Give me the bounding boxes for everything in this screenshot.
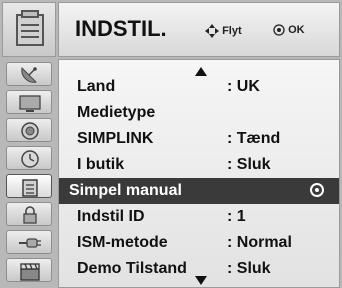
sidebar-item-media[interactable] xyxy=(6,258,52,282)
menu-item-label: Demo Tilstand xyxy=(77,260,187,277)
tv-screen-icon xyxy=(19,95,41,112)
menu-item-indstil-id[interactable]: Indstil ID : 1 xyxy=(59,204,339,230)
category-sidebar xyxy=(2,59,56,288)
ok-hint: OK xyxy=(273,24,305,36)
ok-button-icon xyxy=(273,24,285,36)
menu-item-value: : 1 xyxy=(227,208,246,225)
menu-item-land[interactable]: Land : UK xyxy=(59,74,339,100)
menu-item-value: : Normal xyxy=(227,234,292,251)
scroll-down-arrow-icon[interactable] xyxy=(195,276,207,285)
menu-item-simplink[interactable]: SIMPLINK : Tænd xyxy=(59,126,339,152)
menu-item-label: I butik xyxy=(77,156,125,173)
menu-item-i-butik[interactable]: I butik : Sluk xyxy=(59,152,339,178)
menu-item-label: Simpel manual xyxy=(69,182,182,199)
sidebar-item-setup[interactable] xyxy=(6,174,52,198)
settings-icon xyxy=(22,179,38,197)
menu-item-value: : Sluk xyxy=(227,156,271,173)
sidebar-item-picture[interactable] xyxy=(6,90,52,114)
nav-hint-label: Flyt xyxy=(222,25,242,37)
settings-icon xyxy=(16,10,44,46)
ok-hint-label: OK xyxy=(288,24,305,37)
sidebar-item-time[interactable] xyxy=(6,146,52,170)
menu-item-label: ISM-metode xyxy=(77,234,168,251)
menu-item-value: : Tænd xyxy=(227,130,281,147)
menu-item-ism-metode[interactable]: ISM-metode : Normal xyxy=(59,230,339,256)
input-cable-icon xyxy=(19,238,41,248)
menu-item-value: : Sluk xyxy=(227,260,271,277)
sidebar-item-input[interactable] xyxy=(6,230,52,254)
satellite-dish-icon xyxy=(21,66,38,83)
sidebar-item-channel[interactable] xyxy=(6,62,52,86)
nav-hint: Flyt xyxy=(205,24,242,38)
menu-title: INDSTIL. xyxy=(75,16,167,41)
menu-item-label: SIMPLINK xyxy=(77,130,154,147)
settings-osd: INDSTIL. Flyt OK Land: UK Medietype SIM… xyxy=(0,0,342,288)
menu-item-label: Indstil ID xyxy=(77,208,145,225)
radio-selected-icon xyxy=(310,183,324,197)
lock-icon xyxy=(23,206,37,224)
settings-menu: Land : UK Medietype SIMPLINK : Tænd I bu… xyxy=(58,59,340,288)
dpad-icon xyxy=(205,24,219,38)
menu-item-value: : UK xyxy=(227,78,260,95)
clapperboard-icon xyxy=(20,263,40,281)
speaker-icon xyxy=(21,122,39,140)
menu-item-label: Medietype xyxy=(77,104,156,121)
menu-header: INDSTIL. Flyt OK xyxy=(58,2,340,57)
sidebar-item-audio[interactable] xyxy=(6,118,52,142)
sidebar-item-lock[interactable] xyxy=(6,202,52,226)
menu-item-medietype[interactable]: Medietype xyxy=(59,100,339,126)
clock-icon xyxy=(21,150,39,168)
header-icon-cell xyxy=(2,2,56,57)
menu-item-simpel-manual[interactable]: Simpel manual xyxy=(59,178,339,204)
menu-item-label: Land xyxy=(77,78,116,95)
